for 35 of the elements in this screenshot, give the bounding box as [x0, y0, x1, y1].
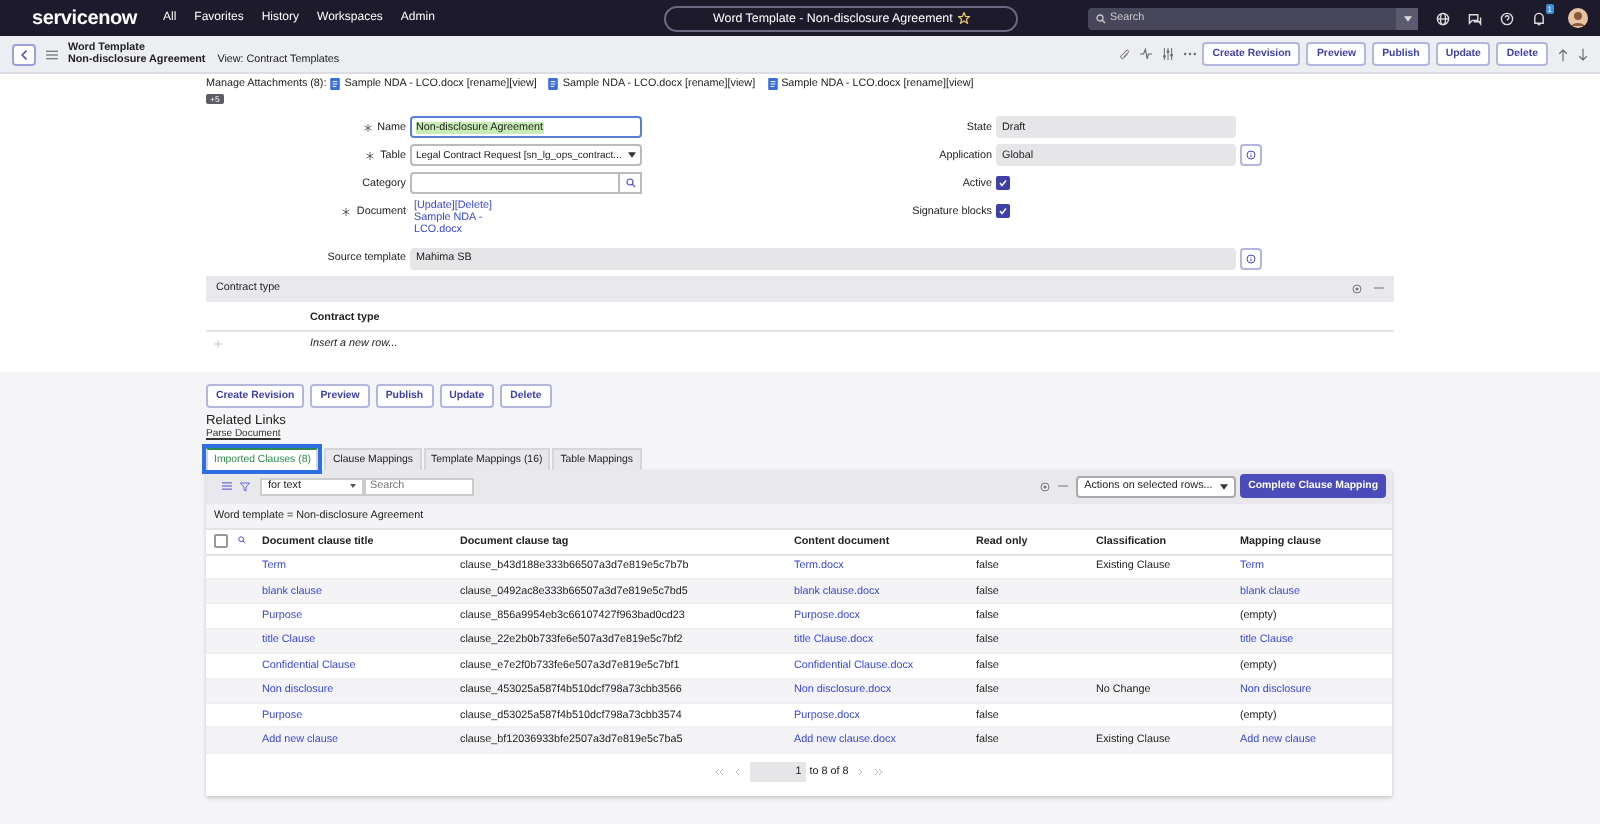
star-icon[interactable]	[958, 12, 971, 24]
search-icon[interactable]	[238, 535, 246, 544]
caret-icon	[1403, 15, 1411, 21]
select-all-checkbox[interactable]	[214, 534, 228, 549]
menu-icon[interactable]	[46, 49, 58, 59]
filter-icon[interactable]	[240, 481, 250, 492]
search-scope-dropdown[interactable]	[1396, 7, 1418, 29]
menu-icon[interactable]	[222, 482, 232, 491]
chat-icon[interactable]	[1468, 11, 1482, 25]
settings-icon[interactable]	[1040, 481, 1051, 492]
info-icon	[1246, 150, 1256, 160]
sliders-icon[interactable]	[1162, 48, 1175, 60]
caret-icon	[350, 484, 356, 489]
down-arrow-icon[interactable]	[1578, 47, 1588, 61]
settings-icon[interactable]	[1352, 283, 1362, 294]
caret-icon	[1220, 483, 1229, 490]
category-field[interactable]	[410, 172, 620, 194]
info-button[interactable]	[1240, 247, 1262, 270]
checkbox[interactable]	[996, 204, 1010, 218]
globe-icon[interactable]	[1436, 11, 1450, 25]
search-icon	[625, 178, 635, 188]
logo[interactable]: servicenow	[32, 7, 137, 29]
back-icon	[20, 49, 28, 59]
activity-icon[interactable]	[1140, 48, 1153, 60]
avatar[interactable]	[1568, 8, 1588, 28]
checkbox[interactable]	[996, 176, 1010, 190]
info-icon	[1246, 253, 1256, 264]
info-button[interactable]	[1240, 144, 1262, 166]
up-arrow-icon[interactable]	[1558, 47, 1568, 61]
notification-icon[interactable]	[1532, 11, 1546, 25]
lookup-button[interactable]	[620, 172, 642, 194]
caret-icon	[628, 152, 636, 158]
paperclip-icon[interactable]	[1120, 47, 1131, 61]
back-button[interactable]	[12, 43, 36, 65]
help-icon[interactable]	[1500, 11, 1514, 25]
